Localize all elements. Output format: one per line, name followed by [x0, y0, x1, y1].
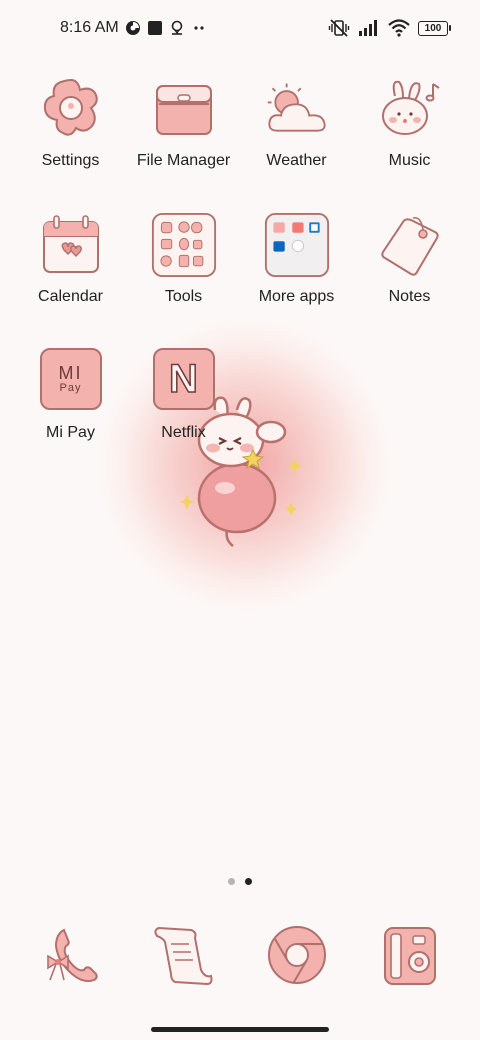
tools-folder-icon — [151, 212, 217, 278]
app-label: File Manager — [136, 152, 231, 169]
netflix-icon: N — [152, 348, 215, 410]
app-calendar[interactable]: Calendar — [14, 204, 127, 324]
app-weather[interactable]: Weather — [240, 68, 353, 188]
app-label: Tools — [164, 288, 203, 305]
dock-chrome[interactable] — [264, 924, 330, 990]
app-tools[interactable]: Tools — [127, 204, 240, 324]
mi-pay-icon: MI Pay — [39, 348, 102, 410]
more-apps-folder-icon — [264, 212, 330, 278]
app-more-apps[interactable]: More apps — [240, 204, 353, 324]
page-indicator — [0, 878, 480, 888]
status-left: 8:16 AM — [60, 16, 207, 40]
app-netflix[interactable]: N Netflix — [127, 340, 240, 460]
folder-icon — [151, 76, 217, 142]
app-label: Calendar — [38, 288, 103, 305]
app-label: More apps — [258, 288, 335, 305]
camera-icon — [377, 922, 443, 993]
app-label: Settings — [41, 152, 100, 169]
more-notifications-icon — [191, 20, 207, 36]
app-label: Mi Pay — [46, 424, 95, 441]
bunny-music-icon — [377, 76, 443, 142]
app-notes[interactable]: Notes — [353, 204, 466, 324]
chrome-icon — [264, 922, 330, 993]
page-dot-inactive[interactable] — [228, 878, 235, 885]
dock-messages[interactable] — [151, 924, 217, 990]
app-settings[interactable]: Settings — [14, 68, 127, 188]
gesture-navigation-bar[interactable] — [151, 1027, 329, 1032]
dock — [0, 920, 480, 1000]
dock-phone[interactable] — [38, 924, 104, 990]
status-time: 8:16 AM — [60, 19, 119, 36]
app-label: Netflix — [161, 424, 206, 441]
status-right: 100 — [328, 16, 451, 40]
page-dot-active[interactable] — [245, 878, 252, 885]
weather-sun-cloud-icon — [264, 76, 330, 142]
status-bar: 8:16 AM 100 — [0, 0, 480, 56]
app-file-manager[interactable]: File Manager — [127, 68, 240, 188]
settings-flower-icon — [38, 76, 104, 142]
app-music[interactable]: Music — [353, 68, 466, 188]
app-label: Weather — [266, 152, 327, 169]
messages-scroll-icon — [151, 922, 217, 993]
tag-notes-icon — [377, 212, 443, 278]
app-mi-pay[interactable]: MI Pay Mi Pay — [14, 340, 127, 460]
vibrate-mute-icon — [328, 18, 350, 38]
battery-icon: 100 — [418, 20, 451, 36]
calendar-hearts-icon — [38, 212, 104, 278]
app-label: Music — [388, 152, 431, 169]
dock-camera[interactable] — [377, 924, 443, 990]
signal-icon — [358, 19, 380, 37]
wifi-icon — [388, 19, 410, 37]
app-label: Notes — [388, 288, 431, 305]
phone-bow-icon — [38, 922, 104, 993]
location-icon — [169, 20, 185, 36]
square-notification-icon — [147, 20, 163, 36]
data-saver-icon — [125, 20, 141, 36]
